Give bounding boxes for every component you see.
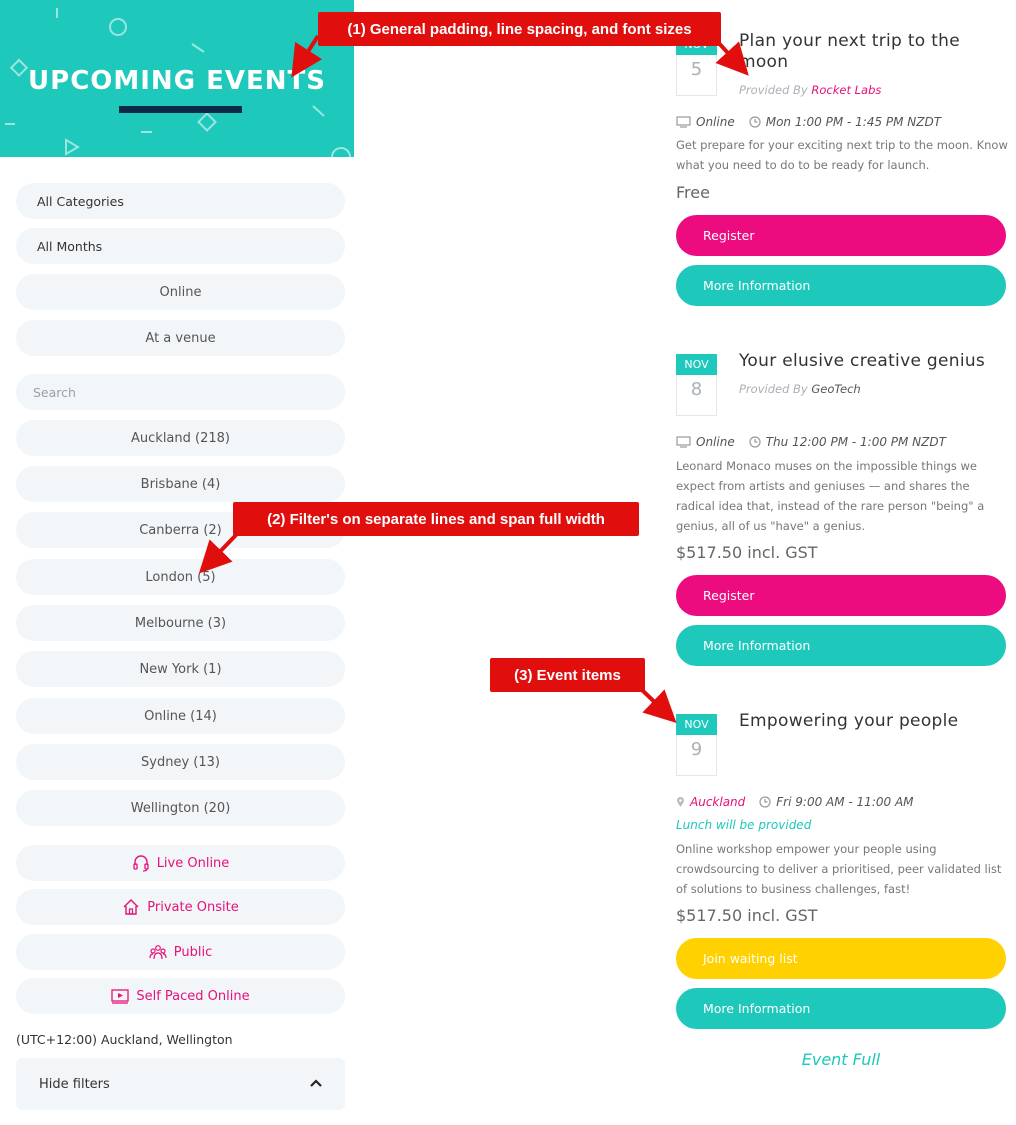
clock-icon — [749, 116, 761, 128]
event-description: Leonard Monaco muses on the impossible t… — [676, 459, 985, 533]
title-underline — [119, 106, 242, 113]
event-time: Thu 12:00 PM - 1:00 PM NZDT — [765, 435, 946, 449]
event-price: $517.50 incl. GST — [676, 906, 818, 925]
location-filter-melbourne[interactable]: Melbourne (3) — [16, 605, 345, 641]
clock-icon — [749, 436, 761, 448]
event-meta: Auckland Fri 9:00 AM - 11:00 AM — [676, 795, 914, 809]
more-information-button[interactable]: More Information — [676, 265, 1006, 306]
more-information-button[interactable]: More Information — [676, 988, 1006, 1029]
annotation-callout-2: (2) Filter's on separate lines and span … — [233, 502, 639, 536]
location-filter-online[interactable]: Online (14) — [16, 698, 345, 734]
event-provider: Provided By Rocket Labs — [739, 83, 881, 97]
provided-by-label: Provided By — [739, 83, 808, 97]
event-location-link[interactable]: Auckland — [690, 795, 745, 809]
timezone-label: (UTC+12:00) Auckland, Wellington — [16, 1032, 233, 1047]
monitor-icon — [676, 436, 691, 448]
type-filter-private-onsite[interactable]: Private Onsite — [16, 889, 345, 925]
event-title[interactable]: Plan your next trip to the moon — [739, 31, 1006, 73]
annotation-callout-1: (1) General padding, line spacing, and f… — [318, 12, 721, 46]
event-description: Online workshop empower your people usin… — [676, 842, 1002, 896]
location-filter-wellington[interactable]: Wellington (20) — [16, 790, 345, 826]
register-button[interactable]: Register — [676, 575, 1006, 616]
event-note: Lunch will be provided — [676, 818, 812, 832]
hide-filters-label: Hide filters — [39, 1076, 110, 1092]
join-waiting-list-button[interactable]: Join waiting list — [676, 938, 1006, 979]
monitor-icon — [676, 116, 691, 128]
provided-by-label: Provided By — [739, 382, 808, 396]
clock-icon — [759, 796, 771, 808]
provider-link[interactable]: Rocket Labs — [811, 83, 881, 97]
event-description: Get prepare for your exciting next trip … — [676, 138, 1008, 172]
event-date: NOV 8 — [676, 354, 717, 416]
filter-online-button[interactable]: Online — [16, 274, 345, 310]
event-day: 8 — [690, 379, 703, 400]
annotation-callout-3: (3) Event items — [490, 658, 645, 692]
play-screen-icon — [111, 987, 130, 1005]
event-day: 5 — [690, 59, 703, 80]
chevron-up-icon — [309, 1077, 323, 1092]
filter-venue-button[interactable]: At a venue — [16, 320, 345, 356]
search-input[interactable] — [16, 374, 345, 410]
location-filter-london[interactable]: London (5) — [16, 559, 345, 595]
event-title[interactable]: Empowering your people — [739, 711, 1006, 732]
event-meta: Online Mon 1:00 PM - 1:45 PM NZDT — [676, 115, 941, 129]
upcoming-events-banner: UPCOMING EVENTS — [0, 0, 354, 157]
event-title[interactable]: Your elusive creative genius — [739, 351, 1006, 372]
event-time: Fri 9:00 AM - 11:00 AM — [776, 795, 914, 809]
event-month: NOV — [676, 714, 717, 735]
event-full-status: Event Full — [801, 1050, 881, 1069]
month-select[interactable]: All Months — [16, 228, 345, 264]
location-filter-new-york[interactable]: New York (1) — [16, 651, 345, 687]
event-price: Free — [676, 183, 710, 202]
event-month: NOV — [676, 354, 717, 375]
event-price: $517.50 incl. GST — [676, 543, 818, 562]
hide-filters-toggle[interactable]: Hide filters — [16, 1058, 345, 1110]
register-button[interactable]: Register — [676, 215, 1006, 256]
type-filter-label: Public — [173, 944, 213, 960]
location-filter-sydney[interactable]: Sydney (13) — [16, 744, 345, 780]
type-filter-self-paced-online[interactable]: Self Paced Online — [16, 978, 345, 1014]
event-mode: Online — [696, 435, 735, 449]
house-icon — [122, 898, 140, 916]
headset-icon — [132, 854, 150, 872]
map-pin-icon — [676, 796, 685, 808]
event-time: Mon 1:00 PM - 1:45 PM NZDT — [765, 115, 942, 129]
event-day: 9 — [690, 739, 703, 760]
type-filter-live-online[interactable]: Live Online — [16, 845, 345, 881]
people-icon — [149, 943, 167, 961]
category-select[interactable]: All Categories — [16, 183, 345, 219]
location-filter-brisbane[interactable]: Brisbane (4) — [16, 466, 345, 502]
page-title: UPCOMING EVENTS — [28, 66, 326, 96]
event-date: NOV 9 — [676, 714, 717, 776]
event-mode: Online — [696, 115, 735, 129]
event-meta: Online Thu 12:00 PM - 1:00 PM NZDT — [676, 435, 946, 449]
event-provider: Provided By GeoTech — [739, 382, 861, 396]
more-information-button[interactable]: More Information — [676, 625, 1006, 666]
location-filter-auckland[interactable]: Auckland (218) — [16, 420, 345, 456]
type-filter-public[interactable]: Public — [16, 934, 345, 970]
type-filter-label: Self Paced Online — [136, 988, 250, 1004]
type-filter-label: Private Onsite — [147, 899, 239, 915]
provider-link[interactable]: GeoTech — [811, 382, 860, 396]
type-filter-label: Live Online — [156, 855, 230, 871]
annotation-arrow-3 — [640, 688, 677, 724]
